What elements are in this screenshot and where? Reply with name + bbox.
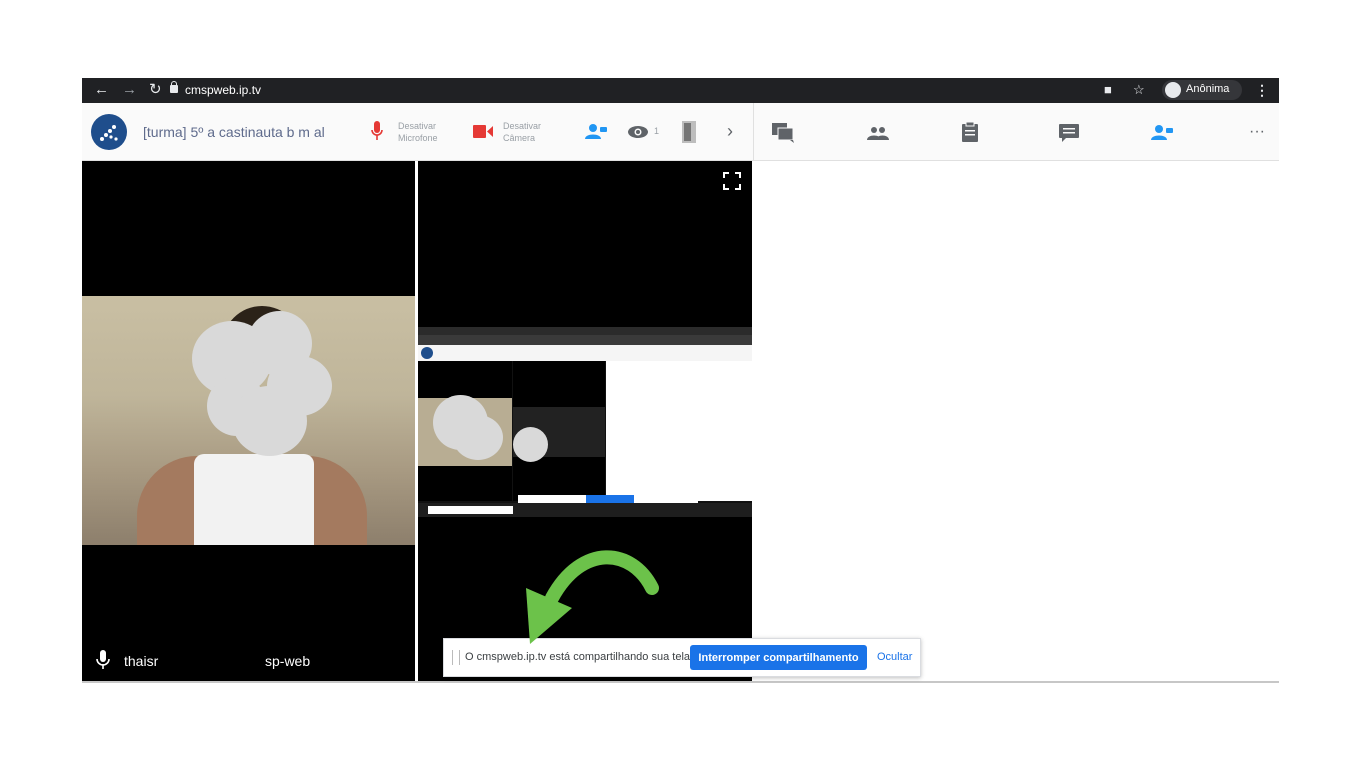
address-bar[interactable]: cmspweb.ip.tv: [185, 83, 261, 98]
cam-label-line1: Desativar: [503, 121, 542, 131]
clipboard-icon[interactable]: [962, 121, 978, 147]
drag-handle-icon[interactable]: [452, 650, 460, 665]
chevron-right-icon[interactable]: ›: [727, 121, 733, 142]
app-window: ← → ↻ cmspweb.ip.tv ■ ☆ Anônima ⋮ [turma…: [82, 78, 1279, 683]
webcam-feed: [82, 296, 415, 545]
shared-screen-preview: [418, 327, 752, 517]
browser-menu-icon[interactable]: ⋮: [1255, 82, 1269, 99]
mic-label-line2: Microfone: [398, 133, 438, 143]
viewers-count: 1: [654, 126, 660, 136]
chat-icon[interactable]: [772, 123, 794, 148]
stop-sharing-button[interactable]: Interromper compartilhamento: [690, 645, 867, 670]
name-redaction: [170, 645, 260, 673]
microphone-icon: [96, 649, 110, 676]
bottom-border: [82, 681, 1279, 683]
participant-name-end: sp-web: [265, 653, 311, 669]
profile-label: Anônima: [1186, 83, 1230, 95]
toolbar-divider: [753, 103, 754, 160]
back-icon[interactable]: ←: [94, 81, 109, 99]
message-icon[interactable]: [1059, 124, 1079, 147]
app-logo: [91, 114, 127, 150]
reload-icon[interactable]: ↻: [149, 81, 162, 99]
eye-icon[interactable]: [627, 125, 649, 144]
camera-indicator-icon[interactable]: ■: [1104, 82, 1112, 97]
green-arrow-annotation: [526, 550, 659, 644]
incognito-profile-button[interactable]: Anônima: [1162, 80, 1242, 100]
forward-icon[interactable]: →: [122, 81, 137, 99]
lock-icon: [170, 81, 178, 93]
cam-label-line2: Câmera: [503, 133, 536, 143]
side-panel: [755, 161, 1279, 681]
sharing-message: O cmspweb.ip.tv está compartilhando sua …: [465, 651, 694, 663]
user-hand-icon[interactable]: [1150, 124, 1174, 145]
more-options-icon[interactable]: ···: [1249, 123, 1265, 141]
exit-door-icon[interactable]: [682, 121, 696, 148]
room-title: [turma] 5º a castinauta b m al: [143, 124, 325, 140]
fullscreen-icon[interactable]: [722, 171, 742, 196]
raise-hand-icon[interactable]: [584, 123, 608, 144]
bookmark-star-icon[interactable]: ☆: [1133, 82, 1145, 98]
incognito-icon: [1165, 82, 1181, 98]
participants-icon[interactable]: [867, 126, 889, 145]
participant-video-tile[interactable]: thaisr sp-web: [82, 161, 415, 683]
browser-toolbar: ← → ↻ cmspweb.ip.tv ■ ☆ Anônima ⋮: [82, 78, 1279, 103]
hide-link[interactable]: Ocultar: [877, 651, 912, 663]
mic-label-line1: Desativar: [398, 121, 437, 131]
participant-name-start: thaisr: [124, 653, 159, 669]
meeting-toolbar: [turma] 5º a castinauta b m al Desativar…: [82, 103, 1279, 161]
microphone-icon[interactable]: [371, 120, 383, 147]
camera-icon[interactable]: [473, 125, 493, 143]
